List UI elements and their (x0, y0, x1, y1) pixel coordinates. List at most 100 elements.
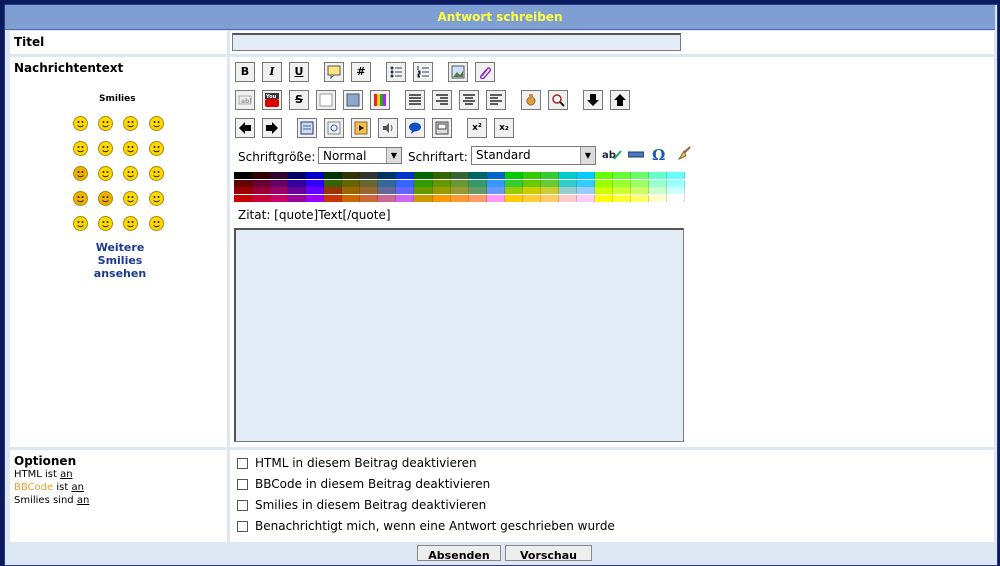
surprised-icon[interactable] (149, 116, 164, 131)
audio-button[interactable] (378, 118, 398, 138)
color-swatch[interactable] (234, 179, 253, 187)
color-swatch[interactable] (558, 179, 577, 187)
color-swatch[interactable] (450, 172, 469, 179)
quote-button[interactable] (324, 62, 344, 82)
color-swatch[interactable] (522, 172, 541, 179)
color-swatch[interactable] (486, 194, 505, 202)
color-swatch[interactable] (252, 179, 271, 187)
color-swatch[interactable] (324, 172, 343, 179)
youtube-button[interactable]: You (262, 90, 282, 110)
color-swatch[interactable] (667, 194, 686, 202)
align-center-button[interactable] (459, 90, 479, 110)
color-swatch[interactable] (486, 179, 505, 187)
color-swatch[interactable] (631, 194, 650, 202)
color-swatch[interactable] (270, 172, 289, 179)
color-swatch[interactable] (324, 187, 343, 194)
flash-button[interactable]: abl (235, 90, 255, 110)
submit-button[interactable]: Absenden (417, 545, 501, 561)
title-input[interactable] (232, 33, 681, 51)
notify-checkbox[interactable] (237, 521, 248, 532)
color-swatch[interactable] (504, 172, 523, 179)
subscript-button[interactable]: x₂ (494, 118, 514, 138)
disable-html-checkbox[interactable] (237, 458, 248, 469)
color-swatch[interactable] (414, 172, 433, 179)
more-smilies-link[interactable]: Weitere Smilies ansehen (80, 241, 160, 280)
color-swatch[interactable] (288, 172, 307, 179)
superscript-button[interactable]: x² (467, 118, 487, 138)
bold-button[interactable]: B (235, 62, 255, 82)
color-swatch[interactable] (306, 172, 325, 179)
color-swatch[interactable] (414, 179, 433, 187)
color-swatch[interactable] (540, 194, 559, 202)
color-swatch[interactable] (576, 179, 595, 187)
color-swatch[interactable] (504, 187, 523, 194)
color-swatch[interactable] (288, 187, 307, 194)
color-swatch[interactable] (414, 194, 433, 202)
color-swatch[interactable] (468, 179, 487, 187)
color-swatch[interactable] (450, 194, 469, 202)
color-swatch[interactable] (252, 194, 271, 202)
color-swatch[interactable] (342, 179, 361, 187)
eek-icon[interactable] (73, 141, 88, 156)
align-left-button[interactable] (486, 90, 506, 110)
background-button[interactable] (343, 90, 363, 110)
color-swatch[interactable] (504, 179, 523, 187)
arrow-right-button[interactable] (262, 118, 282, 138)
happy-icon[interactable] (149, 191, 164, 206)
color-swatch[interactable] (432, 172, 451, 179)
color-swatch[interactable] (450, 187, 469, 194)
color-swatch[interactable] (667, 172, 686, 179)
spellcheck-icon[interactable]: ab (602, 147, 622, 163)
color-swatch[interactable] (360, 179, 379, 187)
grin-icon[interactable] (98, 116, 113, 131)
color-swatch[interactable] (540, 187, 559, 194)
color-swatch[interactable] (486, 172, 505, 179)
ordered-list-button[interactable] (413, 62, 433, 82)
color-swatch[interactable] (234, 172, 253, 179)
color-swatch[interactable] (522, 194, 541, 202)
color-swatch[interactable] (612, 194, 632, 202)
color-swatch[interactable] (504, 194, 523, 202)
move-down-button[interactable] (583, 90, 603, 110)
horizontal-rule-icon[interactable] (628, 150, 644, 160)
color-swatch[interactable] (612, 172, 632, 179)
smile-icon[interactable] (73, 116, 88, 131)
color-swatch[interactable] (649, 187, 668, 194)
neutral-icon[interactable] (98, 141, 113, 156)
color-swatch[interactable] (432, 179, 451, 187)
list-button[interactable] (386, 62, 406, 82)
color-swatch[interactable] (234, 194, 253, 202)
color-swatch[interactable] (360, 187, 379, 194)
color-swatch[interactable] (468, 187, 487, 194)
play-button[interactable] (351, 118, 371, 138)
color-swatch[interactable] (631, 172, 650, 179)
color-swatch[interactable] (378, 187, 397, 194)
exclaim-icon[interactable] (73, 216, 88, 231)
color-swatch[interactable] (631, 179, 650, 187)
align-right-button[interactable] (432, 90, 452, 110)
color-swatch[interactable] (234, 187, 253, 194)
color-swatch[interactable] (396, 172, 415, 179)
html-status-link[interactable]: an (60, 469, 72, 480)
wink-icon[interactable] (73, 166, 88, 181)
color-swatch[interactable] (486, 187, 505, 194)
color-swatch[interactable] (378, 179, 397, 187)
color-swatch[interactable] (594, 172, 613, 179)
color-swatch[interactable] (306, 194, 325, 202)
cool-icon[interactable] (123, 141, 138, 156)
font-family-select[interactable]: Standard ▼ (471, 146, 596, 165)
color-swatch[interactable] (540, 179, 559, 187)
justify-button[interactable] (405, 90, 425, 110)
underline-button[interactable]: U (289, 62, 309, 82)
link-button[interactable] (475, 62, 495, 82)
color-swatch[interactable] (649, 172, 668, 179)
omega-icon[interactable]: Ω (651, 146, 667, 164)
color-swatch[interactable] (667, 187, 686, 194)
color-swatch[interactable] (576, 194, 595, 202)
code-button[interactable]: # (351, 62, 371, 82)
color-swatch[interactable] (540, 172, 559, 179)
broom-icon[interactable] (676, 145, 694, 163)
strike-button[interactable]: S (289, 90, 309, 110)
laugh-icon[interactable] (149, 141, 164, 156)
color-swatch[interactable] (468, 194, 487, 202)
